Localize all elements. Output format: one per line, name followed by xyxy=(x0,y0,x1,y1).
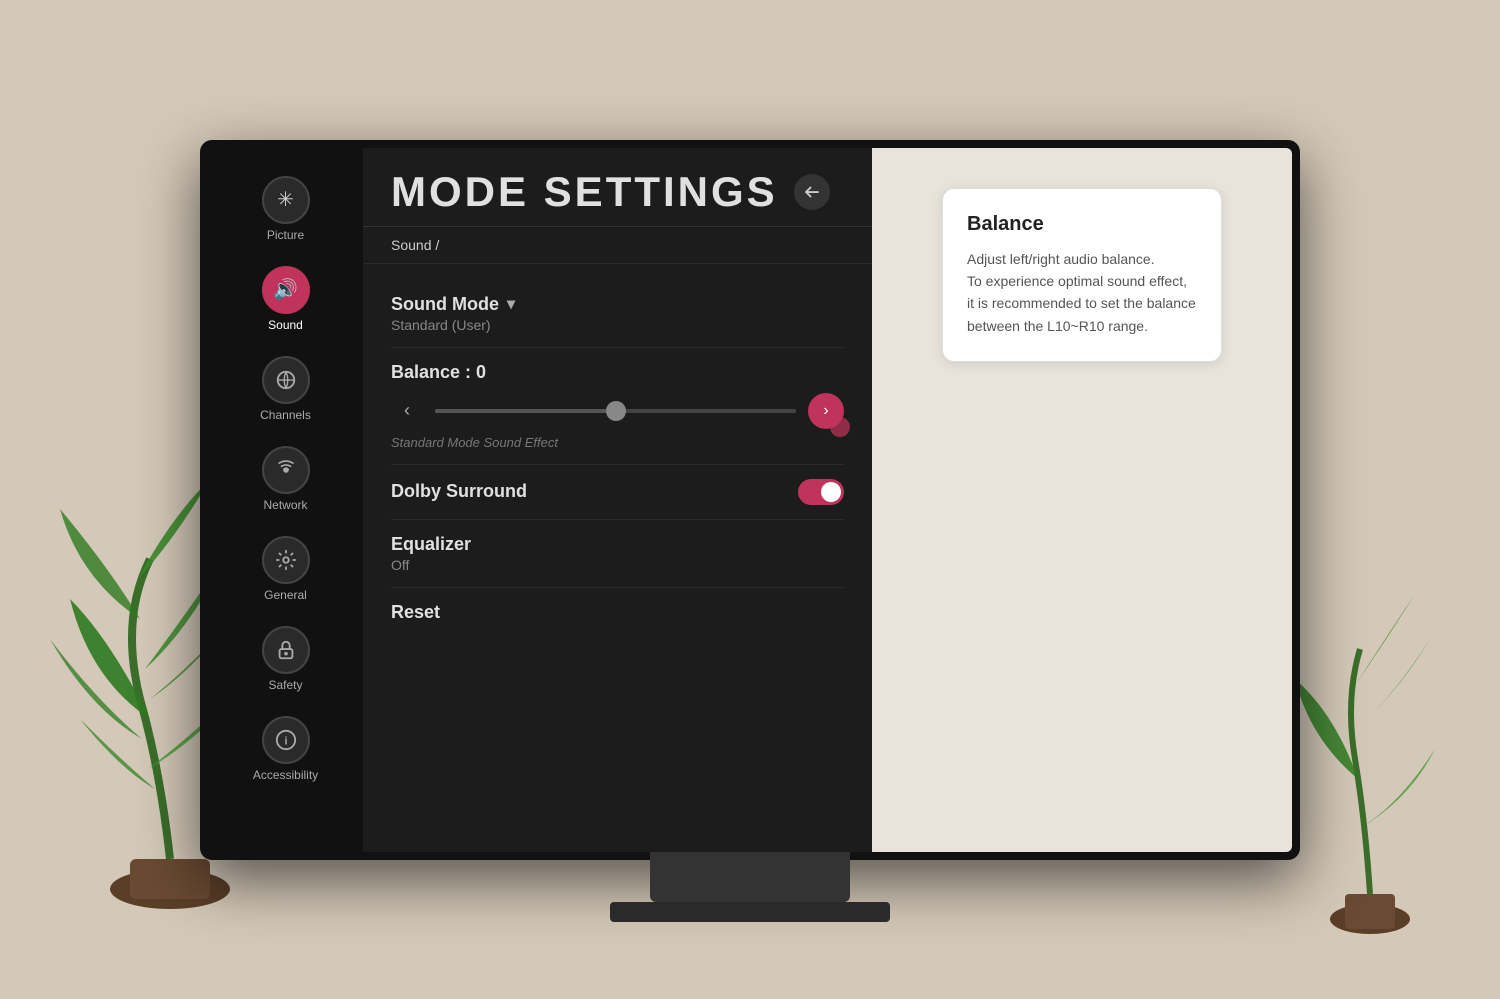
equalizer-title: Equalizer xyxy=(391,534,844,555)
balance-slider-row: ‹ › xyxy=(391,393,844,429)
info-card-text: Adjust left/right audio balance. To expe… xyxy=(967,248,1197,338)
balance-mode-hint: Standard Mode Sound Effect xyxy=(391,435,844,450)
sidebar-label-sound: Sound xyxy=(268,318,303,332)
sound-mode-value: Standard (User) xyxy=(391,317,844,333)
sidebar-item-picture[interactable]: ✳ Picture xyxy=(226,168,346,250)
toggle-knob xyxy=(821,482,841,502)
accessibility-icon: i xyxy=(262,716,310,764)
svg-text:i: i xyxy=(284,735,287,747)
balance-slider-thumb xyxy=(606,401,626,421)
network-icon xyxy=(262,446,310,494)
sidebar-item-accessibility[interactable]: i Accessibility xyxy=(226,708,346,790)
sound-icon: 🔊 xyxy=(262,266,310,314)
balance-decrease-button[interactable]: ‹ xyxy=(391,395,423,427)
info-card-title: Balance xyxy=(967,213,1197,236)
sidebar-label-network: Network xyxy=(263,498,307,512)
breadcrumb: Sound / xyxy=(363,227,872,264)
sound-mode-title: Sound Mode ▾ xyxy=(391,294,844,315)
picture-icon: ✳ xyxy=(262,176,310,224)
channels-icon xyxy=(262,356,310,404)
dolby-toggle-row: Dolby Surround xyxy=(391,479,844,505)
balance-slider-track[interactable] xyxy=(435,409,796,413)
sidebar-label-channels: Channels xyxy=(260,408,311,422)
safety-icon xyxy=(262,626,310,674)
page-title: MODE SETTINGS xyxy=(391,168,778,216)
equalizer-row[interactable]: Equalizer Off xyxy=(391,520,844,588)
dolby-surround-row[interactable]: Dolby Surround xyxy=(391,465,844,520)
balance-label: Balance : 0 xyxy=(391,362,844,383)
sidebar: ✳ Picture 🔊 Sound xyxy=(208,148,363,852)
reset-title: Reset xyxy=(391,602,844,623)
dolby-surround-title: Dolby Surround xyxy=(391,481,527,502)
sidebar-item-general[interactable]: General xyxy=(226,528,346,610)
chevron-down-icon: ▾ xyxy=(507,294,515,314)
sidebar-item-channels[interactable]: Channels xyxy=(226,348,346,430)
balance-increase-button[interactable]: › xyxy=(808,393,844,429)
sound-mode-row[interactable]: Sound Mode ▾ Standard (User) xyxy=(391,280,844,348)
tv-stand xyxy=(650,852,850,902)
dolby-surround-toggle[interactable] xyxy=(798,479,844,505)
equalizer-value: Off xyxy=(391,557,844,573)
sidebar-item-safety[interactable]: Safety xyxy=(226,618,346,700)
sidebar-label-picture: Picture xyxy=(267,228,304,242)
balance-row: Balance : 0 ‹ › Standard Mode Sound Effe… xyxy=(391,348,844,465)
general-icon xyxy=(262,536,310,584)
sidebar-label-accessibility: Accessibility xyxy=(253,768,318,782)
plant-right xyxy=(1270,539,1470,939)
sidebar-item-network[interactable]: Network xyxy=(226,438,346,520)
sidebar-item-sound[interactable]: 🔊 Sound xyxy=(226,258,346,340)
sidebar-label-safety: Safety xyxy=(268,678,302,692)
reset-row[interactable]: Reset xyxy=(391,588,844,637)
main-content: MODE SETTINGS Sound / Sound Mode ▾ xyxy=(363,148,872,852)
tv-screen: ✳ Picture 🔊 Sound xyxy=(208,148,1292,852)
right-panel: Balance Adjust left/right audio balance.… xyxy=(872,148,1292,852)
tv-screen-outer: ✳ Picture 🔊 Sound xyxy=(200,140,1300,860)
sidebar-label-general: General xyxy=(264,588,307,602)
back-button[interactable] xyxy=(794,174,830,210)
settings-body: Sound Mode ▾ Standard (User) Balance : 0… xyxy=(363,264,872,653)
header: MODE SETTINGS xyxy=(363,148,872,227)
info-card: Balance Adjust left/right audio balance.… xyxy=(942,188,1222,363)
balance-slider-fill xyxy=(435,409,616,413)
tv-wrapper: ✳ Picture 🔊 Sound xyxy=(200,140,1300,860)
